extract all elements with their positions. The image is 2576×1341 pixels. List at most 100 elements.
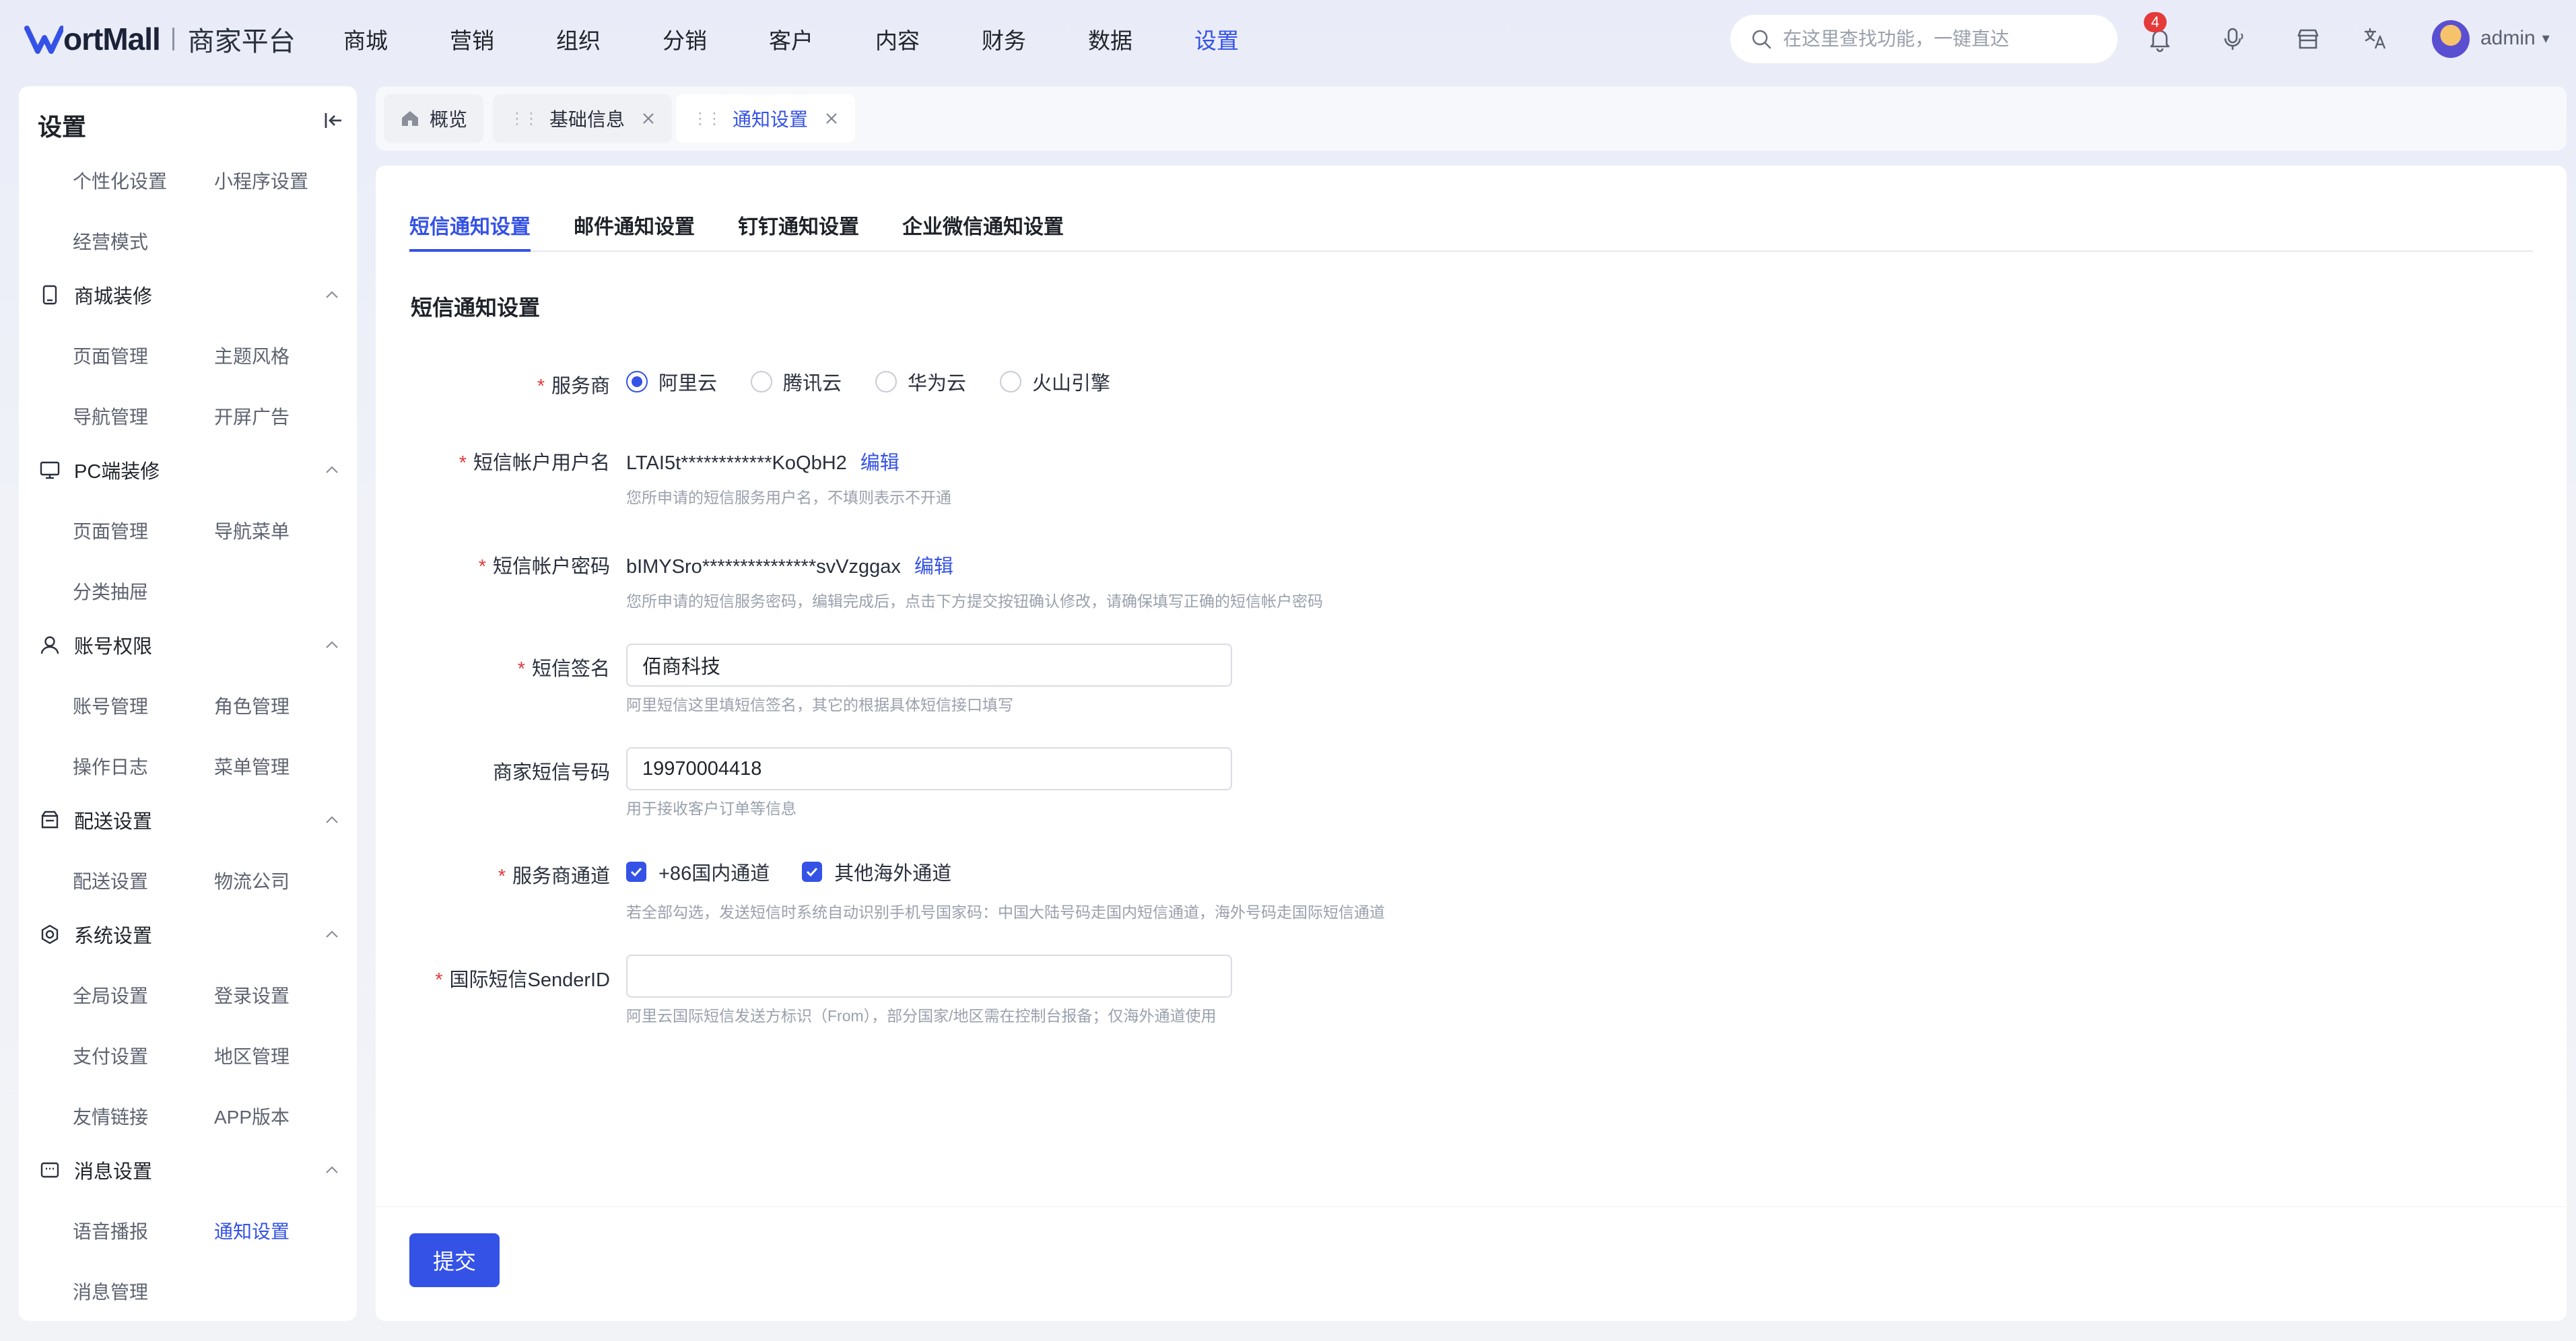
sidebar-item-payment-settings[interactable]: 支付设置	[73, 1042, 148, 1069]
sidebar-item-personalization[interactable]: 个性化设置	[73, 167, 167, 194]
translate-icon[interactable]	[2362, 26, 2389, 53]
microphone-icon[interactable]	[2221, 26, 2247, 53]
sidebar-item-global-settings[interactable]: 全局设置	[73, 982, 148, 1008]
sidebar-item-app-version[interactable]: APP版本	[214, 1103, 290, 1130]
sidebar-item-region-manage[interactable]: 地区管理	[214, 1042, 290, 1069]
tab-label: 概览	[430, 109, 468, 130]
sidebar-item-login-settings[interactable]: 登录设置	[214, 982, 290, 1008]
sidebar-group-pc-decoration[interactable]: PC端装修	[39, 455, 342, 485]
notification-badge: 4	[2144, 12, 2167, 32]
sidebar-item-category-drawer[interactable]: 分类抽屉	[73, 578, 148, 605]
radio-dot	[1000, 371, 1022, 392]
topnav-data[interactable]: 数据	[1088, 23, 1132, 55]
sidebar-item-pc-page-manage[interactable]: 页面管理	[73, 517, 148, 544]
topnav-settings[interactable]: 设置	[1194, 23, 1239, 55]
checkbox-checked-icon	[802, 862, 823, 882]
subtab-email[interactable]: 邮件通知设置	[574, 205, 695, 250]
drag-handle-icon[interactable]: ⋮⋮	[692, 109, 722, 129]
sidebar-item-nav-menu[interactable]: 导航菜单	[214, 517, 290, 544]
radio-dot	[875, 371, 897, 392]
drag-handle-icon[interactable]: ⋮⋮	[509, 109, 539, 129]
sidebar-item-account-manage[interactable]: 账号管理	[73, 692, 148, 719]
sidebar-group-label: 配送设置	[74, 811, 153, 833]
logo-mark-icon	[24, 26, 63, 54]
merchant-phone-input[interactable]	[626, 747, 1232, 790]
topnav-marketing[interactable]: 营销	[450, 23, 494, 55]
sidebar-item-nav-manage[interactable]: 导航管理	[73, 403, 148, 429]
username-value: LTAI5t************KoQbH2 编辑	[626, 452, 900, 474]
radio-dot	[751, 371, 773, 392]
radio-tencent[interactable]: 腾讯云	[751, 368, 842, 396]
sidebar-group-account-permissions[interactable]: 账号权限	[39, 630, 342, 660]
caret-down-icon: ▾	[2542, 30, 2550, 46]
sidebar-item-page-manage[interactable]: 页面管理	[73, 342, 148, 369]
provider-radio-group: 阿里云 腾讯云 华为云 火山引擎	[626, 368, 1144, 396]
required-mark: *	[478, 556, 486, 578]
channels-label: * 服务商通道	[498, 866, 610, 887]
sidebar-group-message[interactable]: 消息设置	[39, 1155, 342, 1185]
topnav-mall[interactable]: 商城	[343, 23, 388, 55]
logo-divider	[172, 28, 174, 50]
sidebar-item-notification-settings[interactable]: 通知设置	[214, 1217, 290, 1244]
sidebar-item-message-manage[interactable]: 消息管理	[73, 1278, 148, 1305]
search-box[interactable]	[1730, 15, 2117, 63]
store-icon[interactable]	[2295, 26, 2321, 53]
subtab-wecom[interactable]: 企业微信通知设置	[902, 205, 1064, 250]
sidebar-item-splash-ad[interactable]: 开屏广告	[214, 403, 290, 429]
sidebar-item-miniprogram[interactable]: 小程序设置	[214, 167, 308, 194]
sidebar-item-business-mode[interactable]: 经营模式	[73, 228, 148, 254]
sidebar-item-voice-broadcast[interactable]: 语音播报	[73, 1217, 148, 1244]
chevron-up-icon	[326, 291, 338, 298]
submit-button[interactable]: 提交	[409, 1233, 500, 1287]
sidebar-item-theme[interactable]: 主题风格	[214, 342, 290, 369]
radio-huawei[interactable]: 华为云	[875, 368, 966, 396]
sidebar-item-role-manage[interactable]: 角色管理	[214, 692, 290, 719]
sidebar-group-delivery[interactable]: 配送设置	[39, 805, 342, 835]
subtab-sms[interactable]: 短信通知设置	[409, 205, 531, 252]
tab-overview[interactable]: 概览	[384, 94, 484, 143]
sidebar-item-friend-links[interactable]: 友情链接	[73, 1103, 148, 1130]
checkbox-domestic[interactable]: +86国内通道	[626, 858, 770, 886]
search-input[interactable]	[1783, 28, 2093, 50]
close-icon[interactable]	[641, 111, 656, 126]
topnav-customer[interactable]: 客户	[769, 23, 813, 55]
tab-notification-settings[interactable]: ⋮⋮ 通知设置	[676, 94, 856, 143]
checkbox-overseas[interactable]: 其他海外通道	[802, 858, 951, 886]
tab-basic-info[interactable]: ⋮⋮ 基础信息	[493, 94, 673, 143]
collapse-sidebar-icon[interactable]	[323, 110, 343, 131]
sidebar-item-delivery-settings[interactable]: 配送设置	[73, 867, 148, 894]
required-mark: *	[517, 658, 525, 680]
sidebar-item-operation-log[interactable]: 操作日志	[73, 753, 148, 780]
sender-id-input[interactable]	[626, 955, 1232, 998]
monitor-icon	[40, 461, 60, 479]
page-tabs-bar: 概览 ⋮⋮ 基础信息 ⋮⋮ 通知设置	[376, 86, 2567, 151]
subtab-dingtalk[interactable]: 钉钉通知设置	[738, 205, 859, 250]
username-label: * 短信帐户用户名	[459, 452, 610, 474]
sidebar-item-menu-manage[interactable]: 菜单管理	[214, 753, 290, 780]
signature-input[interactable]	[626, 644, 1232, 687]
topnav-distribution[interactable]: 分销	[663, 23, 707, 55]
user-menu[interactable]: admin ▾	[2480, 27, 2550, 50]
topnav-organization[interactable]: 组织	[556, 23, 601, 55]
required-mark: *	[435, 969, 443, 991]
avatar[interactable]	[2432, 20, 2470, 58]
radio-aliyun[interactable]: 阿里云	[626, 368, 717, 396]
close-icon[interactable]	[824, 111, 839, 126]
sidebar-item-logistics[interactable]: 物流公司	[214, 867, 290, 894]
logo[interactable]: ortMall 商家平台	[24, 19, 296, 59]
username-hint: 您所申请的短信服务用户名，不填则表示不开通	[626, 489, 951, 506]
logo-subtitle: 商家平台	[187, 27, 296, 57]
required-mark: *	[459, 452, 467, 474]
edit-password-link[interactable]: 编辑	[914, 556, 953, 578]
required-mark: *	[498, 866, 506, 887]
sidebar-group-system[interactable]: 系统设置	[39, 920, 342, 949]
sidebar-group-mall-decoration[interactable]: 商城装修	[39, 280, 342, 310]
checkbox-checked-icon	[626, 862, 646, 882]
topnav-content[interactable]: 内容	[875, 23, 920, 55]
tab-label: 通知设置	[733, 109, 809, 130]
radio-volcengine[interactable]: 火山引擎	[1000, 368, 1110, 396]
user-name: admin	[2480, 27, 2536, 49]
topnav-finance[interactable]: 财务	[982, 23, 1026, 55]
merchant-phone-hint: 用于接收客户订单等信息	[626, 800, 796, 817]
edit-username-link[interactable]: 编辑	[860, 452, 900, 474]
